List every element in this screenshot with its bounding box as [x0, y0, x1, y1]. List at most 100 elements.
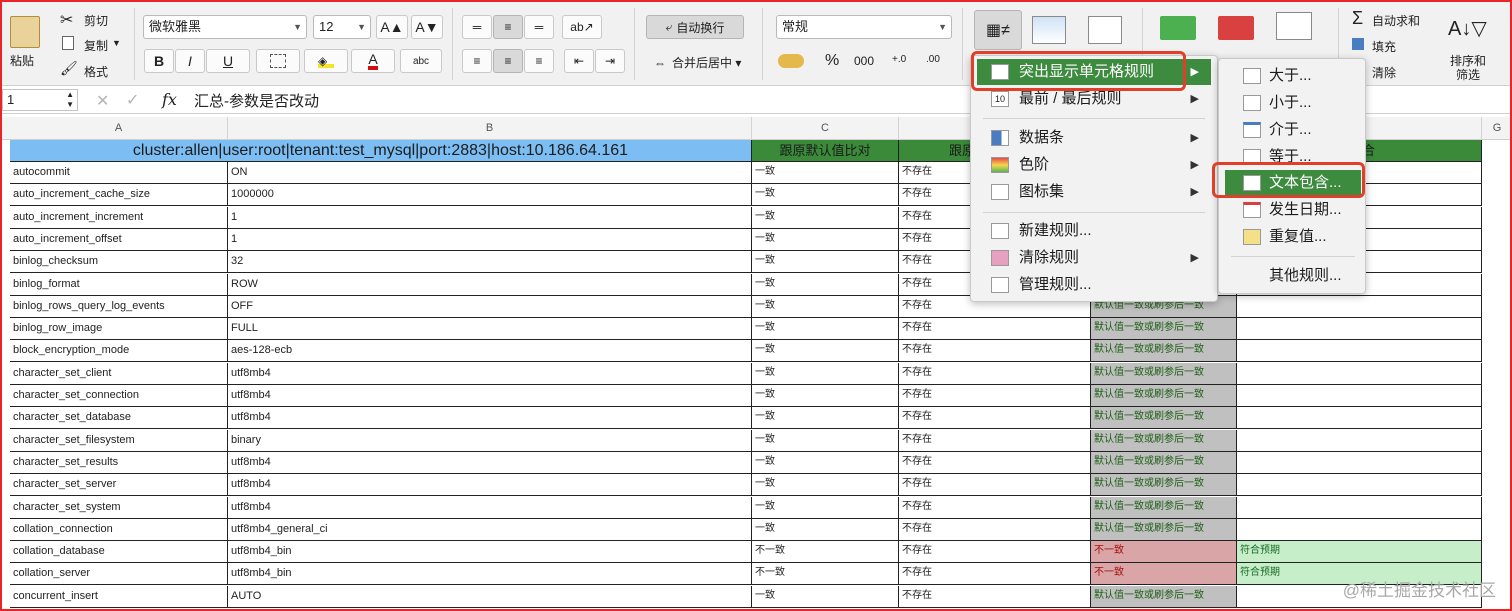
align-top-button[interactable]: ═ [462, 15, 492, 39]
cell-default-compare[interactable]: 一致 [752, 228, 899, 251]
cell-result[interactable]: 默认值一致或刷参后一致 [1091, 385, 1237, 407]
cell-default-compare[interactable]: 一致 [752, 295, 899, 318]
cell-param-value[interactable]: ON [228, 162, 752, 184]
cell-result[interactable]: 不一致 [1091, 541, 1237, 564]
cell-param-name[interactable]: character_set_connection [10, 385, 228, 407]
shrink-font-button[interactable]: A▼ [411, 15, 443, 39]
cell-existence[interactable]: 不存在 [899, 429, 1091, 452]
cut-icon[interactable]: ✂ [60, 10, 73, 30]
cell-existence[interactable]: 不存在 [899, 407, 1091, 430]
cell-param-name[interactable]: auto_increment_offset [10, 228, 228, 251]
currency-icon[interactable] [778, 54, 804, 68]
cell-param-name[interactable]: character_set_server [10, 474, 228, 497]
cell-result[interactable]: 默认值一致或刷参后一致 [1091, 451, 1237, 474]
cell-default-compare[interactable]: 不一致 [752, 563, 899, 586]
cell-param-name[interactable]: binlog_row_image [10, 318, 228, 341]
submenu-item-less-than[interactable]: 小于... [1225, 90, 1361, 116]
cell-param-name[interactable]: binlog_format [10, 273, 228, 296]
cell-expected[interactable] [1237, 451, 1482, 474]
fill-button[interactable]: 填充 [1372, 38, 1396, 55]
cell-param-value[interactable]: utf8mb4 [228, 385, 752, 407]
column-header-c[interactable]: C [752, 117, 899, 140]
font-name-select[interactable]: 微软雅黑 ▼ [143, 15, 307, 39]
copy-dropdown-icon[interactable]: ▼ [112, 38, 121, 48]
cell-default-compare[interactable]: 一致 [752, 162, 899, 184]
cell-existence[interactable]: 不存在 [899, 496, 1091, 519]
cell-param-name[interactable]: collation_connection [10, 518, 228, 541]
cell-param-name[interactable]: block_encryption_mode [10, 340, 228, 363]
cell-param-value[interactable]: utf8mb4 [228, 407, 752, 430]
menu-item-new-rule[interactable]: 新建规则... [977, 218, 1211, 244]
format-painter-icon[interactable]: 🖌 [60, 60, 78, 77]
cell-default-compare[interactable]: 一致 [752, 451, 899, 474]
cell-result[interactable]: 默认值一致或刷参后一致 [1091, 474, 1237, 497]
cell-param-value[interactable]: utf8mb4 [228, 474, 752, 497]
cell-default-compare[interactable]: 一致 [752, 429, 899, 452]
cell-result[interactable]: 默认值一致或刷参后一致 [1091, 340, 1237, 363]
cell-existence[interactable]: 不存在 [899, 585, 1091, 608]
increase-indent-button[interactable]: ⇥ [595, 49, 625, 73]
menu-item-clear-rules[interactable]: 清除规则 ▶ [977, 245, 1211, 271]
cell-param-name[interactable]: collation_server [10, 563, 228, 586]
cell-default-compare[interactable]: 一致 [752, 318, 899, 341]
cell-param-value[interactable]: 1 [228, 228, 752, 251]
cell-param-value[interactable]: OFF [228, 295, 752, 318]
cell-expected[interactable] [1237, 385, 1482, 407]
font-color-button[interactable]: A [351, 49, 395, 73]
cell-param-value[interactable]: 1000000 [228, 184, 752, 207]
border-button[interactable] [256, 49, 300, 73]
cell-param-value[interactable]: 32 [228, 251, 752, 274]
submenu-item-more-rules[interactable]: 其他规则... [1225, 263, 1361, 289]
cell-param-name[interactable]: collation_database [10, 541, 228, 564]
cell-default-compare[interactable]: 一致 [752, 340, 899, 363]
cell-expected[interactable] [1237, 318, 1482, 341]
orientation-button[interactable]: ab↗ [562, 15, 602, 39]
phonetic-button[interactable]: abc [400, 49, 442, 73]
align-bottom-button[interactable]: ═ [524, 15, 554, 39]
cell-param-value[interactable]: aes-128-ecb [228, 340, 752, 363]
cell-default-compare[interactable]: 一致 [752, 206, 899, 229]
submenu-item-between[interactable]: 介于... [1225, 117, 1361, 143]
conditional-formatting-button[interactable]: ▦≠ [974, 10, 1022, 50]
cell-param-name[interactable]: character_set_system [10, 496, 228, 519]
cell-existence[interactable]: 不存在 [899, 318, 1091, 341]
cell-default-compare[interactable]: 一致 [752, 518, 899, 541]
cell-param-value[interactable]: AUTO [228, 585, 752, 608]
cell-default-compare[interactable]: 一致 [752, 474, 899, 497]
cluster-header-cell[interactable]: cluster:allen|user:root|tenant:test_mysq… [10, 140, 752, 162]
cell-default-compare[interactable]: 一致 [752, 407, 899, 430]
cell-default-compare[interactable]: 一致 [752, 385, 899, 407]
cell-param-value[interactable]: utf8mb4 [228, 451, 752, 474]
sort-filter-label-2[interactable]: 筛选 [1456, 66, 1480, 83]
cell-existence[interactable]: 不存在 [899, 563, 1091, 586]
name-box[interactable]: 1 ▲ ▼ [2, 89, 78, 111]
cell-param-name[interactable]: character_set_filesystem [10, 429, 228, 452]
cell-result[interactable]: 默认值一致或刷参后一致 [1091, 429, 1237, 452]
format-cells-icon[interactable] [1276, 12, 1312, 40]
cell-result[interactable]: 默认值一致或刷参后一致 [1091, 362, 1237, 385]
cell-existence[interactable]: 不存在 [899, 518, 1091, 541]
cell-param-name[interactable]: auto_increment_increment [10, 206, 228, 229]
column-header-b[interactable]: B [228, 117, 752, 140]
format-painter-button[interactable]: 格式 [84, 63, 108, 80]
align-center-button[interactable]: ≡ [493, 49, 523, 73]
column-header-g[interactable]: G [1482, 117, 1510, 140]
grow-font-button[interactable]: A▲ [376, 15, 408, 39]
format-as-table-icon[interactable] [1032, 16, 1066, 44]
autosum-button[interactable]: 自动求和 [1372, 12, 1420, 29]
bold-button[interactable]: B [144, 49, 174, 73]
cell-param-name[interactable]: auto_increment_cache_size [10, 184, 228, 207]
wrap-text-button[interactable]: ⤶ 自动换行 [646, 15, 744, 39]
cell-result[interactable]: 不一致 [1091, 563, 1237, 586]
cell-expected[interactable] [1237, 340, 1482, 363]
number-format-select[interactable]: 常规 ▼ [776, 15, 952, 39]
decrease-indent-button[interactable]: ⇤ [564, 49, 594, 73]
submenu-item-greater-than[interactable]: 大于... [1225, 63, 1361, 89]
paste-button-label[interactable]: 粘贴 [10, 52, 34, 69]
menu-item-color-scales[interactable]: 色阶 ▶ [977, 152, 1211, 178]
submenu-item-date-occurring[interactable]: 发生日期... [1225, 197, 1361, 223]
align-left-button[interactable]: ≡ [462, 49, 492, 73]
column-header-a[interactable]: A [10, 117, 228, 140]
cell-param-name[interactable]: binlog_checksum [10, 251, 228, 274]
cell-param-value[interactable]: utf8mb4_bin [228, 563, 752, 586]
